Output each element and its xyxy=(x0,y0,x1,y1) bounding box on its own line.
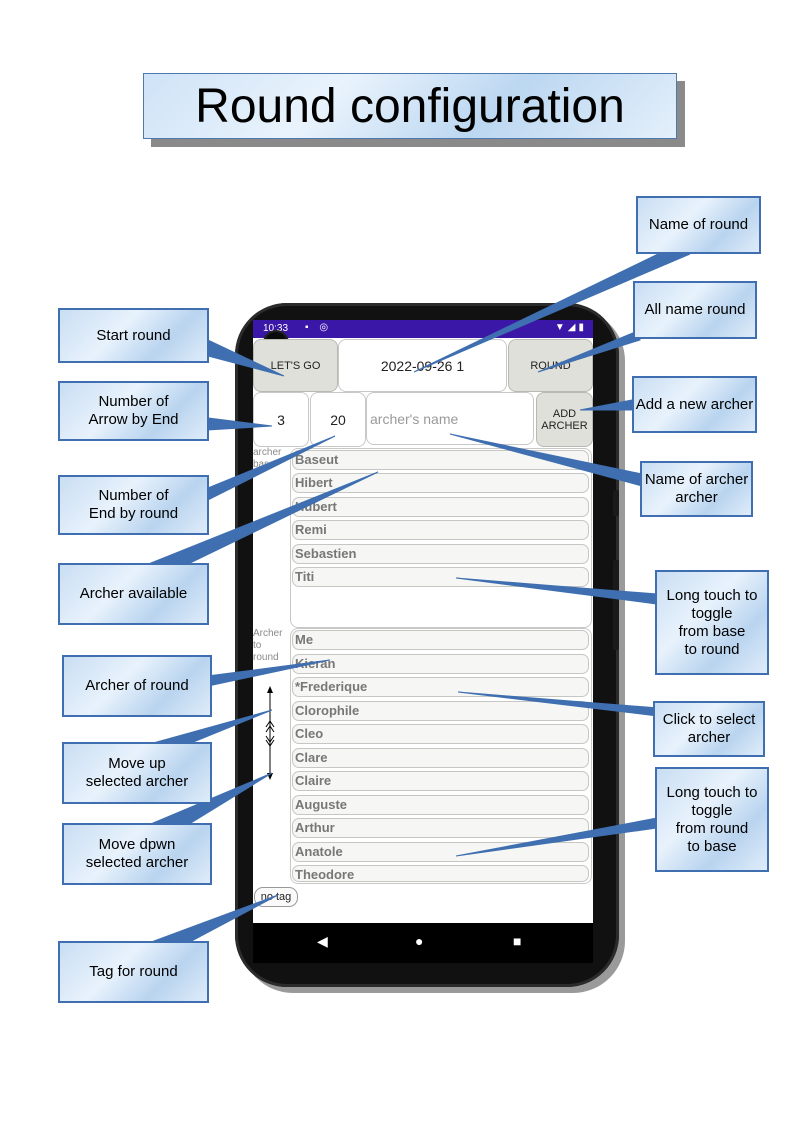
callout-tag-for-round: Tag for round xyxy=(58,941,209,1003)
callout-name-of-archer: Name of archer archer xyxy=(640,461,753,517)
callout-archer-available: Archer available xyxy=(58,563,209,625)
callout-end-by-round: Number of End by round xyxy=(58,475,209,535)
callout-move-down: Move dpwn selected archer xyxy=(62,823,212,885)
callout-toggle-round-to-base: Long touch to toggle from round to base xyxy=(655,767,769,872)
callout-arrows-by-end: Number of Arrow by End xyxy=(58,381,209,441)
callout-all-name-round: All name round xyxy=(633,281,757,339)
callout-name-of-round: Name of round xyxy=(636,196,761,254)
callout-start-round: Start round xyxy=(58,308,209,363)
callout-archer-of-round: Archer of round xyxy=(62,655,212,717)
callout-add-new-archer: Add a new archer xyxy=(632,376,757,433)
callout-click-to-select: Click to select archer xyxy=(653,701,765,757)
callout-toggle-base-to-round: Long touch to toggle from base to round xyxy=(655,570,769,675)
callout-move-up: Move up selected archer xyxy=(62,742,212,804)
